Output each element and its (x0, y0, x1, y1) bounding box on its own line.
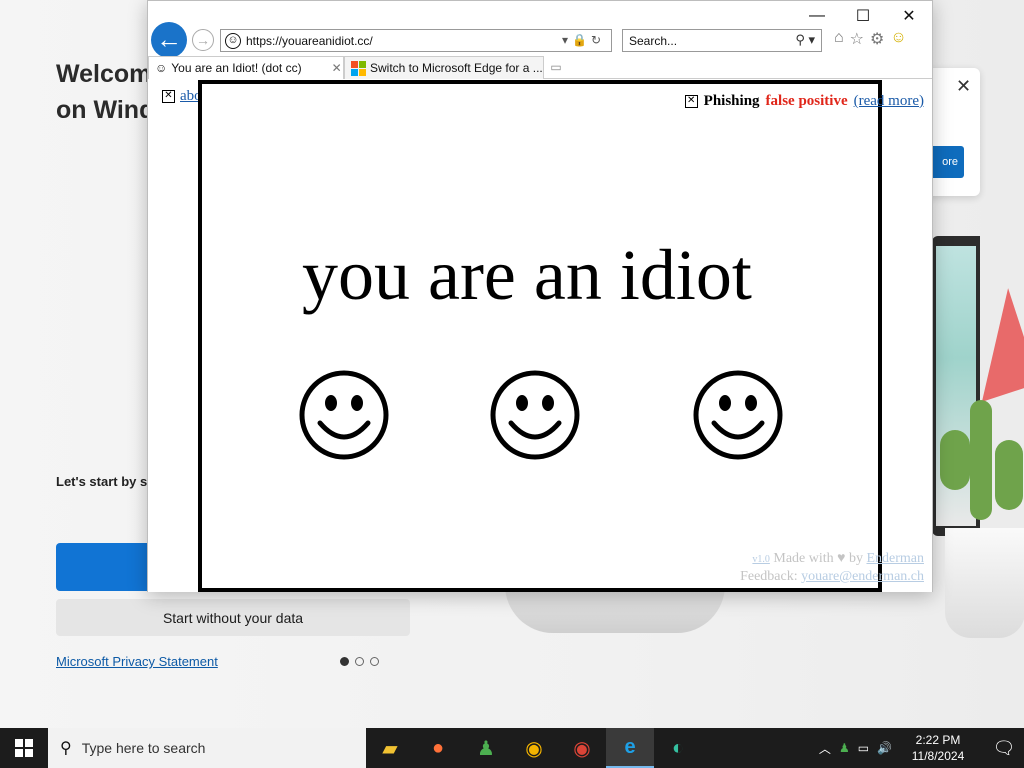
search-icon[interactable]: ⚲ ▾ (795, 32, 815, 48)
carousel-dot[interactable] (370, 657, 379, 666)
made-with-label: Made with (773, 551, 834, 566)
false-positive-label: false positive (765, 93, 848, 109)
network-icon[interactable]: ▭ (858, 741, 869, 755)
refresh-icon[interactable]: ↻ (591, 33, 605, 47)
privacy-statement-link[interactable]: Microsoft Privacy Statement (56, 654, 218, 669)
credits: v1.0 Made with ♥ by Enderman Feedback: y… (740, 550, 924, 585)
search-input[interactable]: Search... ⚲ ▾ (622, 29, 822, 52)
tab-label: Switch to Microsoft Edge for a ... (370, 61, 543, 75)
people-tray-icon[interactable]: ♟ (839, 741, 850, 755)
close-box-icon[interactable]: ✕ (162, 90, 175, 103)
system-tray: ︿ ♟ ▭ 🔊 2:22 PM 11/8/2024 🗨 (819, 728, 1024, 768)
tab-label: You are an Idiot! (dot cc) (171, 61, 302, 75)
chrome-canary-icon[interactable]: ◉ (510, 728, 558, 768)
lock-icon[interactable]: 🔒 (572, 33, 591, 47)
new-tab-icon[interactable]: ▭ (544, 56, 568, 78)
decorative-stand (505, 585, 725, 633)
carousel-dot[interactable] (355, 657, 364, 666)
page-content: ✕ about legacy safe you are an idiot (148, 80, 932, 592)
toolbar-icons: ⌂ ☆ ⚙ ☺ (834, 29, 907, 49)
address-bar[interactable]: ☺ https://youareanidiot.cc/ ▾🔒↻ (220, 29, 612, 52)
feedback-email-link[interactable]: youare@enderman.ch (801, 569, 924, 584)
search-icon: ⚲ (60, 740, 72, 757)
internet-explorer-window: — ☐ ✕ ← → ☺ https://youareanidiot.cc/ ▾🔒… (147, 0, 933, 592)
start-button[interactable] (0, 728, 48, 768)
search-placeholder: Search... (629, 34, 678, 48)
version-link[interactable]: v1.0 (752, 554, 770, 565)
windows-logo-icon (15, 739, 33, 757)
smiley-favicon-icon: ☺ (225, 32, 241, 49)
firefox-icon[interactable]: ● (414, 728, 462, 768)
microsoft-logo-icon (351, 60, 366, 76)
favorites-star-icon[interactable]: ☆ (850, 29, 864, 49)
tab-strip: ☺ You are an Idiot! (dot cc) ✕ Switch to… (148, 56, 932, 79)
clock-date: 11/8/2024 (911, 749, 965, 763)
idiot-popup-frame: you are an idiot (198, 80, 882, 592)
decorative-cactus (995, 440, 1023, 510)
file-explorer-icon[interactable]: ▰ (366, 728, 414, 768)
decorative-cactus (940, 430, 970, 490)
clock[interactable]: 2:22 PM 11/8/2024 (900, 732, 976, 764)
address-text: https://youareanidiot.cc/ (246, 33, 373, 48)
feedback-label: Feedback: (740, 569, 798, 584)
taskbar-search-box[interactable]: ⚲ Type here to search (48, 728, 366, 768)
decorative-pot (945, 528, 1024, 638)
chrome-icon[interactable]: ◉ (558, 728, 606, 768)
smiley-face-icon (490, 370, 580, 460)
maximize-icon[interactable]: ☐ (840, 1, 886, 31)
start-without-data-button[interactable]: Start without your data (56, 599, 410, 636)
tab-switch-to-edge[interactable]: Switch to Microsoft Edge for a ... (344, 56, 544, 79)
minimize-icon[interactable]: — (794, 1, 840, 31)
window-controls: — ☐ ✕ (794, 1, 932, 31)
internet-explorer-icon[interactable]: e (606, 728, 654, 768)
clock-time: 2:22 PM (915, 733, 961, 747)
tab-close-icon[interactable]: ✕ (332, 61, 342, 75)
taskbar: ⚲ Type here to search ▰ ● ♟ ◉ ◉ e ◐ ︿ ♟ … (0, 728, 1024, 768)
people-icon[interactable]: ♟ (462, 728, 510, 768)
decorative-cactus (970, 400, 992, 520)
feedback-smiley-icon[interactable]: ☺ (890, 29, 906, 49)
back-button[interactable]: ← (151, 22, 187, 58)
forward-button[interactable]: → (192, 29, 214, 51)
smiley-face-icon (299, 370, 389, 460)
volume-icon[interactable]: 🔊 (877, 741, 892, 755)
carousel-dots (340, 657, 379, 666)
read-more-link[interactable]: (read more) (854, 93, 924, 110)
by-label: by (848, 551, 863, 566)
chevron-up-icon[interactable]: ︿ (819, 740, 831, 757)
edge-icon[interactable]: ◐ (654, 728, 702, 768)
close-box-icon[interactable]: ✕ (684, 95, 698, 108)
heart-icon: ♥ (837, 551, 846, 566)
home-icon[interactable]: ⌂ (834, 29, 844, 49)
taskbar-search-placeholder: Type here to search (81, 740, 206, 756)
phishing-label: Phishing (703, 93, 760, 109)
address-tools: ▾🔒↻ (562, 33, 605, 47)
gear-icon[interactable]: ⚙ (870, 29, 884, 49)
carousel-dot[interactable] (340, 657, 349, 666)
phishing-notice: ✕ Phishing false positive (read more) (684, 93, 924, 110)
close-icon[interactable]: ✕ (956, 76, 974, 96)
close-icon[interactable]: ✕ (886, 1, 932, 31)
smiley-face-icon (693, 370, 783, 460)
smiley-tab-icon: ☺ (155, 61, 168, 75)
author-link[interactable]: Enderman (866, 551, 924, 566)
dropdown-icon[interactable]: ▾ (562, 33, 572, 47)
tab-you-are-an-idiot[interactable]: ☺ You are an Idiot! (dot cc) ✕ (148, 56, 344, 79)
headline: you are an idiot (302, 235, 752, 315)
notification-center-icon[interactable]: 🗨 (984, 728, 1024, 768)
